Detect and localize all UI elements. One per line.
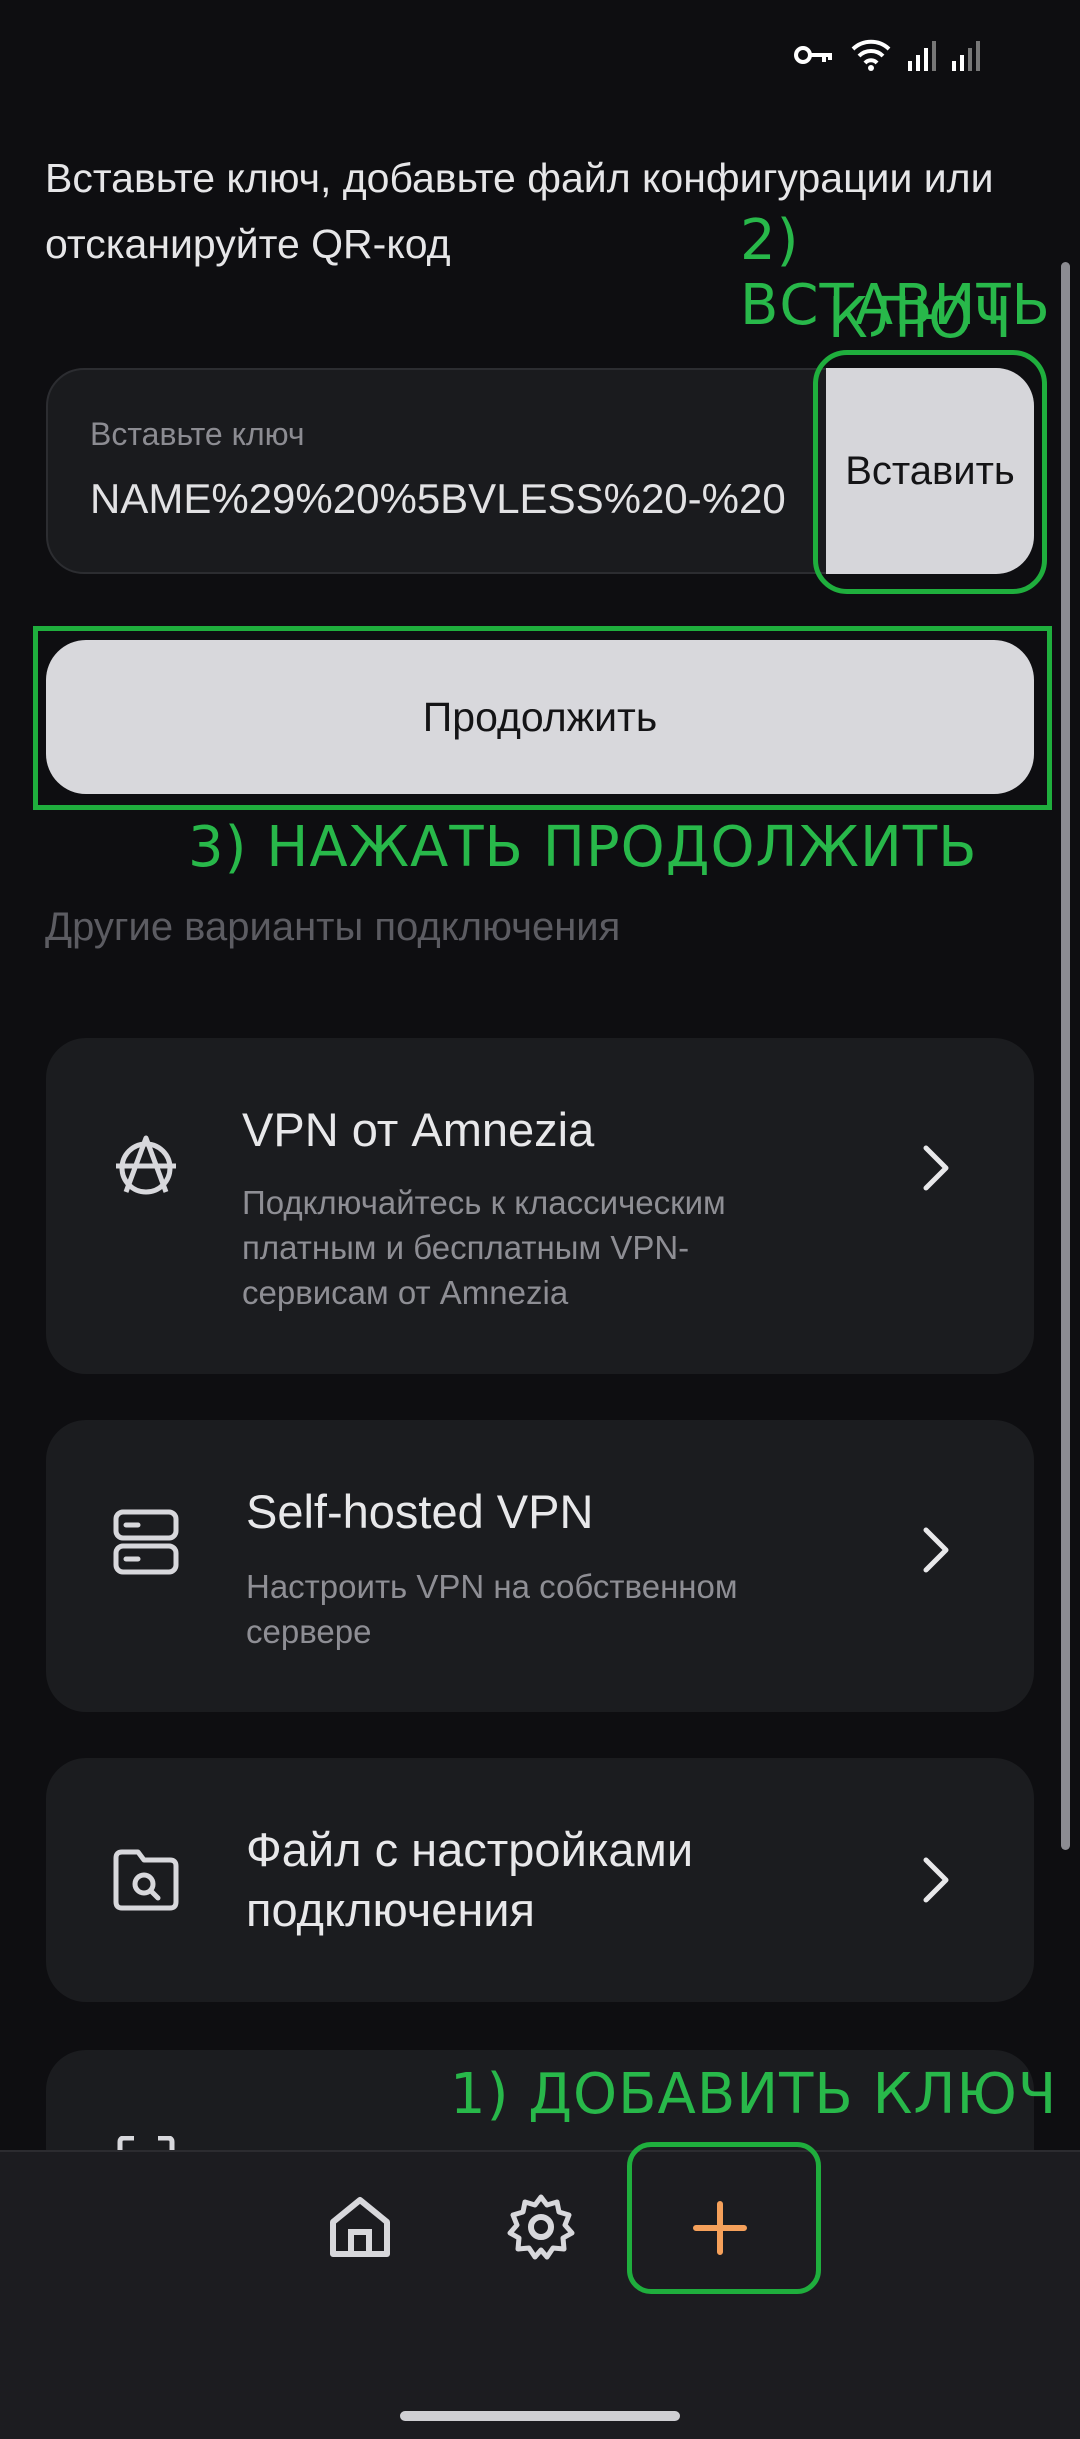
other-options-label: Другие варианты подключения: [45, 905, 621, 949]
home-indicator[interactable]: [400, 2411, 680, 2421]
option-card-amnezia[interactable]: VPN от Amnezia Подключайтесь к классичес…: [46, 1038, 1034, 1374]
annotation-step2-line2: КЛЮЧ: [828, 286, 1013, 351]
home-icon[interactable]: [325, 2192, 395, 2262]
amnezia-icon: [116, 1135, 176, 1195]
option-title: Self-hosted VPN: [246, 1485, 594, 1538]
vpn-key-icon: [794, 46, 832, 64]
status-bar: [794, 30, 980, 80]
wifi-icon: [851, 39, 891, 71]
folder-search-icon: [113, 1849, 179, 1911]
gear-icon[interactable]: [506, 2192, 576, 2262]
signal-icon-1: [908, 41, 936, 71]
annotation-box-continue: [33, 626, 1052, 810]
key-input-value[interactable]: NAME%29%20%5BVLESS%20-%20: [90, 475, 822, 523]
annotation-box-add: [627, 2142, 821, 2294]
chevron-right-icon: [923, 1145, 949, 1191]
option-title: VPN от Amnezia: [242, 1103, 595, 1156]
chevron-right-icon: [923, 1857, 949, 1903]
scrollbar[interactable]: [1061, 262, 1070, 1850]
option-card-config-file[interactable]: Файл с настройками подключения: [46, 1758, 1034, 2002]
chevron-right-icon: [923, 1527, 949, 1573]
option-title: Файл с настройками подключения: [246, 1823, 694, 1936]
key-input-label: Вставьте ключ: [90, 416, 305, 452]
annotation-step1: 1) ДОБАВИТЬ КЛЮЧ: [450, 2062, 1058, 2127]
option-desc: Настроить VPN на собственном сервере: [246, 1568, 738, 1650]
annotation-step3: 3) НАЖАТЬ ПРОДОЛЖИТЬ: [188, 815, 978, 880]
server-icon: [113, 1509, 179, 1575]
signal-icon-2: [952, 41, 980, 71]
option-desc: Подключайтесь к классическим платным и б…: [242, 1184, 726, 1311]
option-card-self-hosted[interactable]: Self-hosted VPN Настроить VPN на собстве…: [46, 1420, 1034, 1712]
annotation-box-paste: [813, 350, 1047, 594]
